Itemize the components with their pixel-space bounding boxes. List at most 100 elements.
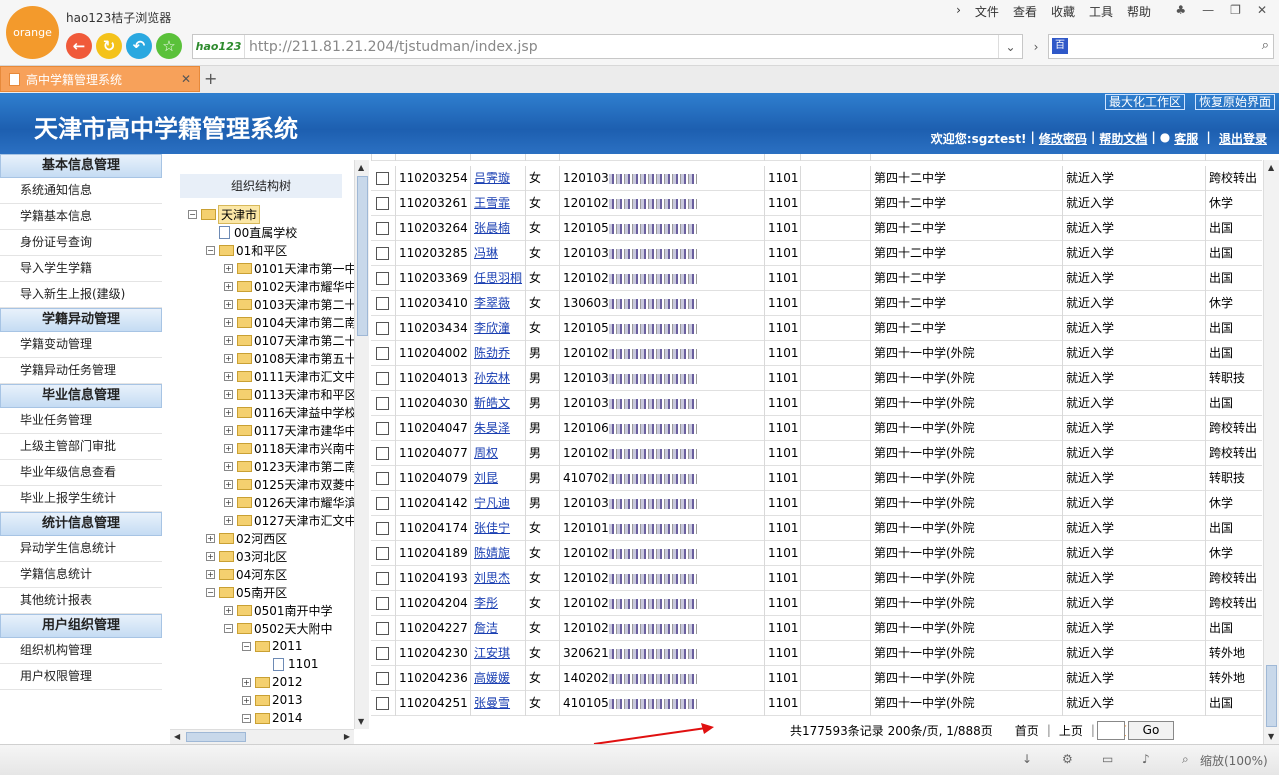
tree-node[interactable]: − 天津市 [188, 204, 261, 224]
tree-vertical-scrollbar[interactable]: ▲ ▼ [354, 160, 369, 729]
menu-help[interactable]: 帮助 [1127, 3, 1151, 20]
student-name-link[interactable]: 孙宏林 [474, 371, 510, 385]
tree-node-label[interactable]: 0103天津市第二十 [254, 296, 354, 313]
sidebar-item[interactable]: 用户权限管理 [0, 664, 162, 690]
student-name-link[interactable]: 李彤 [474, 596, 498, 610]
student-name-link[interactable]: 李欣潼 [474, 321, 510, 335]
grid-vertical-scrollbar[interactable]: ▲ ▼ [1263, 160, 1279, 744]
expand-icon[interactable]: + [224, 425, 233, 435]
row-checkbox[interactable] [376, 347, 389, 360]
table-row[interactable]: 110203264 张晨楠 女 120105 1101 第四十二中学 就近入学 … [371, 216, 1262, 241]
student-name-link[interactable]: 李翠薇 [474, 296, 510, 310]
tree-node-label[interactable]: 天津市 [218, 204, 261, 224]
expand-icon[interactable]: + [242, 677, 251, 687]
support-link[interactable]: 客服 [1174, 130, 1198, 147]
sidebar-section-header[interactable]: 用户组织管理 [0, 614, 162, 638]
scroll-down-icon[interactable]: ▼ [1268, 732, 1274, 741]
table-row[interactable]: 110203254 吕霁璇 女 120103 1101 第四十二中学 就近入学 … [371, 166, 1262, 191]
tree-node-label[interactable]: 0502天大附中 [254, 620, 333, 637]
student-name-link[interactable]: 高媛媛 [474, 671, 510, 685]
tree-node[interactable]: +0104天津市第二南 [224, 313, 354, 331]
scroll-thumb[interactable] [1266, 665, 1277, 727]
student-name-link[interactable]: 周权 [474, 446, 498, 460]
logout-link[interactable]: 退出登录 [1219, 130, 1267, 147]
sidebar-item[interactable]: 上级主管部门审批 [0, 434, 162, 460]
table-row[interactable]: 110204189 陈婧旎 女 120102 1101 第四十一中学(外院 就近… [371, 541, 1262, 566]
scroll-down-icon[interactable]: ▼ [358, 717, 364, 726]
table-row[interactable]: 110203434 李欣潼 女 120105 1101 第四十二中学 就近入学 … [371, 316, 1262, 341]
row-checkbox[interactable] [376, 247, 389, 260]
tree-node-label[interactable]: 0104天津市第二南 [254, 314, 354, 331]
tree-node-label[interactable]: 0123天津市第二南 [254, 458, 354, 475]
home-icon[interactable]: ↶ [126, 33, 152, 59]
expand-icon[interactable]: + [224, 389, 233, 399]
search-engine-icon[interactable]: 百 [1052, 38, 1068, 54]
row-checkbox[interactable] [376, 447, 389, 460]
scroll-left-icon[interactable]: ◀ [174, 732, 180, 741]
student-name-link[interactable]: 詹洁 [474, 621, 498, 635]
sidebar-section-header[interactable]: 基本信息管理 [0, 154, 162, 178]
favorite-star-icon[interactable]: ☆ [156, 33, 182, 59]
row-checkbox[interactable] [376, 472, 389, 485]
tree-node[interactable]: +0126天津市耀华滨 [224, 493, 354, 511]
search-icon[interactable]: ⌕ [1262, 38, 1269, 53]
tree-node-label[interactable]: 0116天津益中学校 [254, 404, 354, 421]
row-checkbox[interactable] [376, 522, 389, 535]
tab-close-icon[interactable]: ✕ [181, 72, 191, 86]
tree-node-label[interactable]: 1101 [288, 657, 319, 671]
expand-icon[interactable]: + [224, 605, 233, 615]
expand-icon[interactable]: + [242, 695, 251, 705]
tree-node-label[interactable]: 0113天津市和平区 [254, 386, 354, 403]
help-doc-link[interactable]: 帮助文档 [1099, 130, 1147, 147]
tree-node[interactable]: +0102天津市耀华中 [224, 277, 354, 295]
tree-node[interactable]: − 2011 [242, 637, 303, 655]
student-name-link[interactable]: 宁凡迪 [474, 496, 510, 510]
sidebar-item[interactable]: 学籍变动管理 [0, 332, 162, 358]
row-checkbox[interactable] [376, 572, 389, 585]
tree-node[interactable]: +0103天津市第二十 [224, 295, 354, 313]
tree-node-label[interactable]: 2014 [272, 711, 303, 725]
sidebar-item[interactable]: 学籍信息统计 [0, 562, 162, 588]
back-icon[interactable]: ← [66, 33, 92, 59]
screen-icon[interactable]: ▭ [1102, 752, 1113, 766]
collapse-icon[interactable]: − [188, 209, 197, 219]
sidebar-item[interactable]: 导入新生上报(建级) [0, 282, 162, 308]
download-icon[interactable]: ↓ [1022, 752, 1032, 766]
scroll-up-icon[interactable]: ▲ [1268, 163, 1274, 172]
collapse-icon[interactable]: − [242, 713, 251, 723]
restore-layout-button[interactable]: 恢复原始界面 [1195, 94, 1276, 110]
tree-node-label[interactable]: 0117天津市建华中 [254, 422, 354, 439]
tree-node-label[interactable]: 03河北区 [236, 548, 287, 565]
sidebar-item[interactable]: 组织机构管理 [0, 638, 162, 664]
expand-icon[interactable]: + [206, 533, 215, 543]
row-checkbox[interactable] [376, 372, 389, 385]
table-row[interactable]: 110204174 张佳宁 女 120101 1101 第四十一中学(外院 就近… [371, 516, 1262, 541]
sidebar-item[interactable]: 毕业任务管理 [0, 408, 162, 434]
row-checkbox[interactable] [376, 272, 389, 285]
sidebar-section-header[interactable]: 统计信息管理 [0, 512, 162, 536]
tree-node[interactable]: +0101天津市第一中 [224, 259, 354, 277]
student-name-link[interactable]: 靳皓文 [474, 396, 510, 410]
scroll-right-icon[interactable]: ▶ [344, 732, 350, 741]
student-name-link[interactable]: 王雪霏 [474, 196, 510, 210]
student-name-link[interactable]: 张晨楠 [474, 221, 510, 235]
tree-node[interactable]: − 0502天大附中 [224, 619, 333, 637]
row-checkbox[interactable] [376, 222, 389, 235]
expand-icon[interactable]: + [224, 263, 233, 273]
close-icon[interactable]: ✕ [1257, 3, 1267, 17]
expand-icon[interactable]: + [224, 497, 233, 507]
row-checkbox[interactable] [376, 547, 389, 560]
table-row[interactable]: 110204077 周权 男 120102 1101 第四十一中学(外院 就近入… [371, 441, 1262, 466]
tree-node-label[interactable]: 0118天津市兴南中 [254, 440, 354, 457]
table-row[interactable]: 110204002 陈劲乔 男 120102 1101 第四十一中学(外院 就近… [371, 341, 1262, 366]
tree-node[interactable]: +02河西区 [206, 529, 287, 547]
tree-node[interactable]: +0111天津市汇文中 [224, 367, 354, 385]
row-checkbox[interactable] [376, 322, 389, 335]
row-checkbox[interactable] [376, 672, 389, 685]
row-checkbox[interactable] [376, 422, 389, 435]
tree-node-label[interactable]: 0111天津市汇文中 [254, 368, 354, 385]
sidebar-item[interactable]: 学籍异动任务管理 [0, 358, 162, 384]
first-page-link[interactable]: 首页 [1015, 722, 1039, 739]
row-checkbox[interactable] [376, 172, 389, 185]
menu-view[interactable]: 查看 [1013, 3, 1037, 20]
